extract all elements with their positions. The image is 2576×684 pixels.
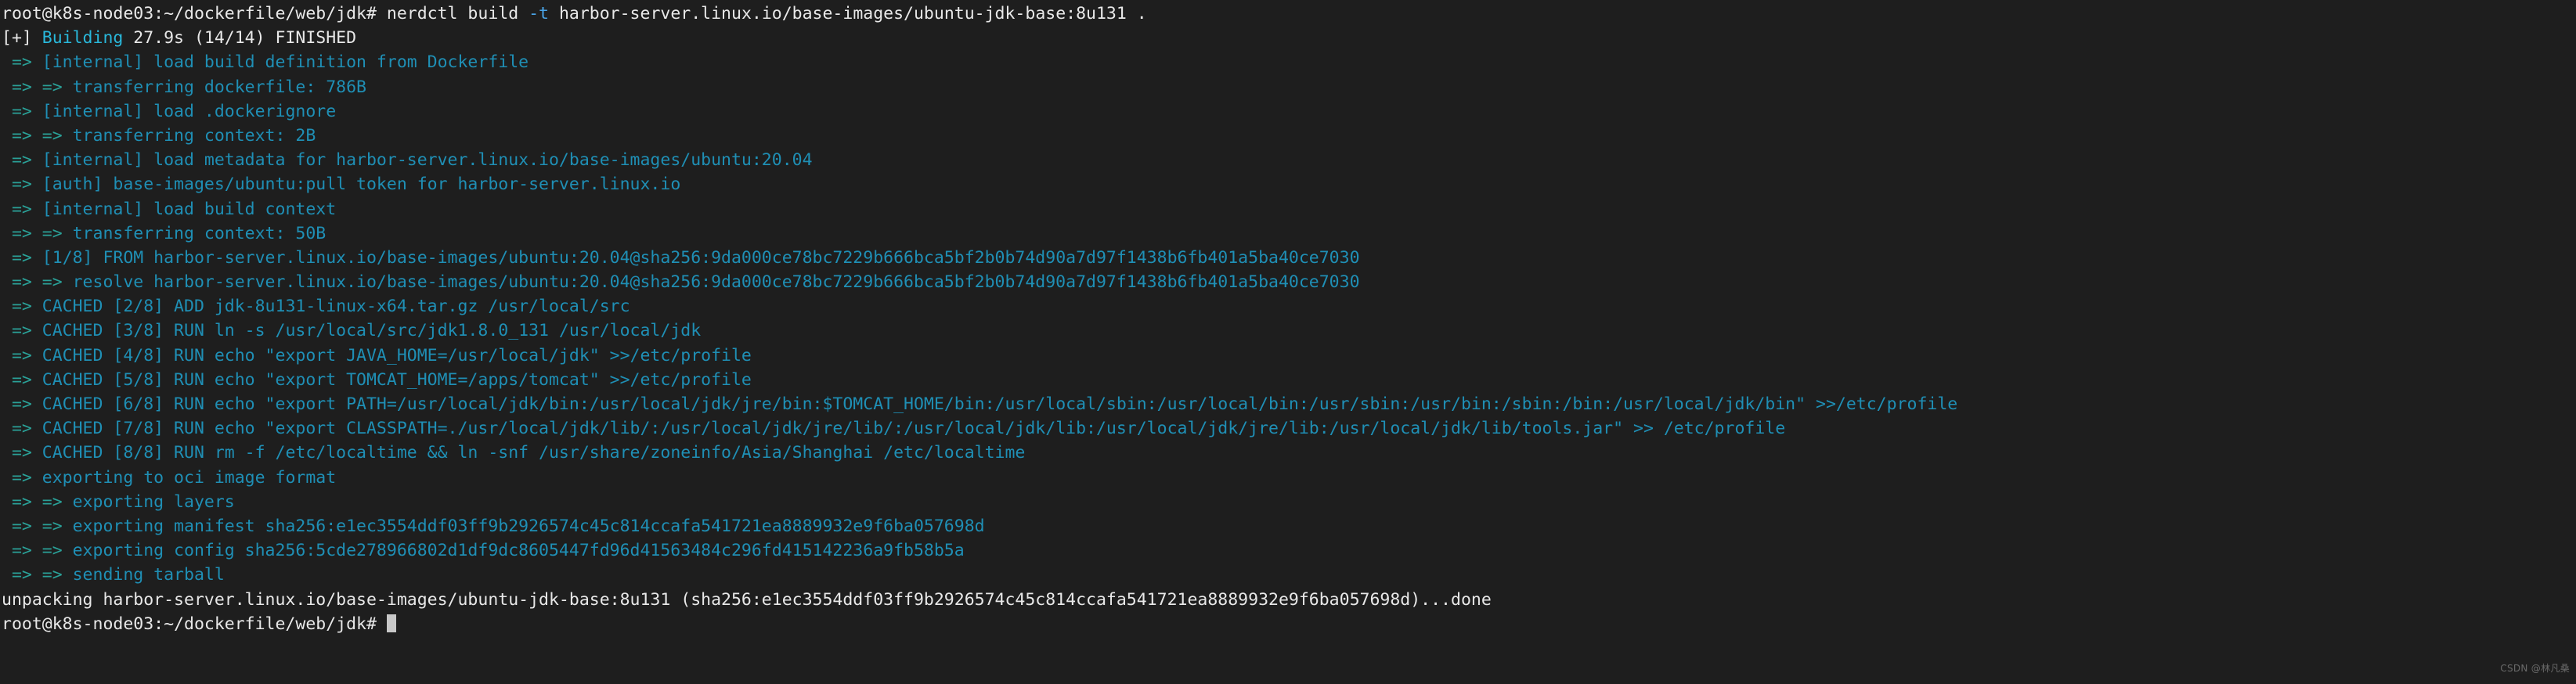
build-step-arrow-icon: => (2, 369, 42, 390)
text-cursor[interactable] (386, 614, 396, 632)
terminal-window: root@k8s-node03:~/dockerfile/web/jdk# ne… (0, 0, 2576, 684)
build-step-arrow-icon: => (2, 419, 42, 439)
build-step-line: => CACHED [6/8] RUN echo "export PATH=/u… (2, 392, 1957, 416)
build-step-text: CACHED [6/8] RUN echo "export PATH=/usr/… (41, 394, 1958, 414)
build-step-arrow-icon: => => (2, 77, 73, 97)
build-step-text: [internal] load build context (41, 199, 337, 219)
build-step-text: CACHED [8/8] RUN rm -f /etc/localtime &&… (41, 443, 1026, 463)
build-status-detail: 27.9s (14/14) FINISHED (133, 28, 357, 49)
build-step-arrow-icon: => => (2, 223, 73, 243)
build-step-line: => [auth] base-images/ubuntu:pull token … (2, 172, 1957, 196)
build-step-text: [auth] base-images/ubuntu:pull token for… (41, 175, 681, 195)
build-step-text: exporting to oci image format (41, 467, 337, 488)
build-step-line: => => resolve harbor-server.linux.io/bas… (2, 270, 1957, 294)
build-step-line: => [internal] load metadata for harbor-s… (2, 148, 1957, 172)
build-step-text: CACHED [4/8] RUN echo "export JAVA_HOME=… (41, 345, 752, 365)
build-step-line: => [internal] load build context (2, 197, 1957, 221)
build-step-line: => CACHED [8/8] RUN rm -f /etc/localtime… (2, 441, 1957, 465)
build-step-arrow-icon: => => (2, 491, 73, 512)
build-step-text: CACHED [2/8] ADD jdk-8u131-linux-x64.tar… (41, 297, 630, 317)
build-step-arrow-icon: => (2, 175, 42, 195)
build-status-line: [+] Building 27.9s (14/14) FINISHED (2, 26, 1957, 50)
terminal-prompt-command-line: root@k8s-node03:~/dockerfile/web/jdk# ne… (2, 2, 1957, 26)
build-step-arrow-icon: => (2, 101, 42, 121)
build-step-line: => => transferring context: 50B (2, 221, 1957, 246)
build-step-line: => CACHED [4/8] RUN echo "export JAVA_HO… (2, 344, 1957, 368)
build-step-text: [internal] load build definition from Do… (41, 52, 529, 73)
build-step-text: sending tarball (72, 565, 225, 585)
build-status-label: Building (41, 28, 134, 49)
build-step-text: exporting manifest sha256:e1ec3554ddf03f… (72, 516, 985, 536)
command-text: nerdctl build (376, 4, 529, 23)
build-step-line: => => transferring context: 2B (2, 124, 1957, 148)
build-step-line: => => exporting manifest sha256:e1ec3554… (2, 514, 1957, 538)
build-step-arrow-icon: => => (2, 516, 73, 536)
build-step-text: [internal] load metadata for harbor-serv… (41, 150, 813, 171)
build-step-line: => CACHED [3/8] RUN ln -s /usr/local/src… (2, 319, 1957, 343)
build-step-line: => [internal] load build definition from… (2, 50, 1957, 74)
build-step-text: transferring context: 2B (72, 125, 316, 146)
build-step-arrow-icon: => (2, 321, 42, 341)
build-step-arrow-icon: => (2, 199, 42, 219)
build-step-arrow-icon: => (2, 467, 42, 488)
prompt-spacer (377, 614, 387, 634)
build-step-text: CACHED [5/8] RUN echo "export TOMCAT_HOM… (41, 369, 752, 390)
build-step-text: transferring context: 50B (72, 223, 327, 243)
terminal-prompt-line: root@k8s-node03:~/dockerfile/web/jdk# (2, 612, 1957, 636)
build-status-bracket: [+] (2, 28, 42, 49)
output-text: unpacking harbor-server.linux.io/base-im… (2, 589, 1492, 610)
build-step-line: => CACHED [2/8] ADD jdk-8u131-linux-x64.… (2, 294, 1957, 319)
build-step-arrow-icon: => => (2, 272, 73, 293)
shell-prompt: root@k8s-node03:~/dockerfile/web/jdk# (2, 614, 377, 634)
build-step-line: => [internal] load .dockerignore (2, 99, 1957, 124)
command-argument: harbor-server.linux.io/base-images/ubunt… (549, 4, 1147, 23)
build-step-line: => [1/8] FROM harbor-server.linux.io/bas… (2, 246, 1957, 270)
command-flag: -t (529, 4, 549, 23)
shell-prompt: root@k8s-node03:~/dockerfile/web/jdk# (2, 4, 377, 23)
build-step-arrow-icon: => (2, 297, 42, 317)
build-step-arrow-icon: => => (2, 125, 73, 146)
build-step-arrow-icon: => (2, 247, 42, 268)
build-step-line: => CACHED [5/8] RUN echo "export TOMCAT_… (2, 368, 1957, 392)
build-step-text: exporting layers (72, 491, 235, 512)
terminal-screen[interactable]: root@k8s-node03:~/dockerfile/web/jdk# ne… (0, 0, 1957, 636)
build-step-line: => => sending tarball (2, 563, 1957, 587)
build-step-line: => => exporting layers (2, 490, 1957, 514)
build-step-text: CACHED [3/8] RUN ln -s /usr/local/src/jd… (41, 321, 702, 341)
build-step-arrow-icon: => => (2, 541, 73, 561)
build-step-text: resolve harbor-server.linux.io/base-imag… (72, 272, 1360, 293)
build-step-line: => => exporting config sha256:5cde278966… (2, 538, 1957, 563)
build-step-text: CACHED [7/8] RUN echo "export CLASSPATH=… (41, 419, 1786, 439)
build-step-arrow-icon: => (2, 394, 42, 414)
build-step-line: => exporting to oci image format (2, 466, 1957, 490)
build-step-arrow-icon: => (2, 345, 42, 365)
build-step-text: [1/8] FROM harbor-server.linux.io/base-i… (41, 247, 1360, 268)
csdn-watermark: CSDN @林凡桑 (2500, 662, 2570, 674)
build-step-arrow-icon: => (2, 150, 42, 171)
build-step-text: [internal] load .dockerignore (41, 101, 337, 121)
build-step-text: exporting config sha256:5cde278966802d1d… (72, 541, 965, 561)
build-step-line: => CACHED [7/8] RUN echo "export CLASSPA… (2, 416, 1957, 441)
build-step-text: transferring dockerfile: 786B (72, 77, 366, 97)
build-step-arrow-icon: => (2, 443, 42, 463)
build-step-line: => => transferring dockerfile: 786B (2, 75, 1957, 99)
build-step-arrow-icon: => (2, 52, 42, 73)
output-line: unpacking harbor-server.linux.io/base-im… (2, 588, 1957, 612)
build-step-arrow-icon: => => (2, 565, 73, 585)
